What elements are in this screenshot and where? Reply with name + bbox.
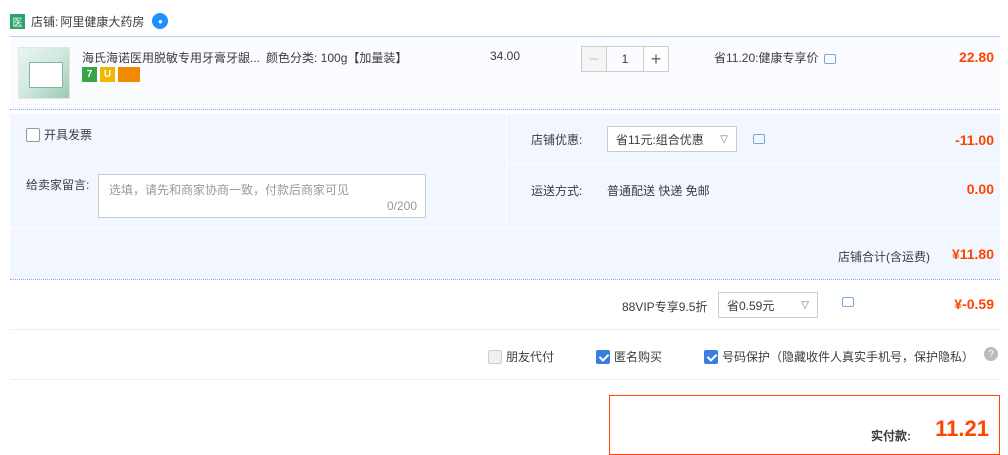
shop-label: 店铺: bbox=[31, 14, 59, 29]
unit-price: 34.00 bbox=[490, 49, 521, 63]
anonymous-box[interactable] bbox=[596, 349, 610, 364]
vip-discount-select[interactable]: 省0.59元 ▽ bbox=[718, 292, 818, 318]
memo-label: 给卖家留言: bbox=[26, 178, 90, 192]
invoice-checkbox[interactable]: 开具发票 bbox=[26, 126, 92, 143]
shipping-row: 运送方式: 普通配送 快递 免邮 bbox=[531, 182, 710, 199]
product-title-link[interactable]: 海氏海诺医用脱敏专用牙膏牙龈... bbox=[82, 49, 262, 66]
number-protect-box[interactable] bbox=[704, 349, 718, 364]
invoice-label: 开具发票 bbox=[44, 128, 93, 142]
pay-label: 实付款: bbox=[871, 429, 911, 443]
divider bbox=[507, 164, 1001, 165]
anonymous-checkbox[interactable]: 匿名购买 bbox=[596, 348, 662, 365]
comment-icon[interactable] bbox=[824, 54, 837, 64]
number-protect-checkbox[interactable]: 号码保护（隐藏收件人真实手机号，保护隐私） bbox=[704, 348, 974, 365]
item-discount: 省11.20:健康专享价 bbox=[714, 49, 837, 66]
shop-discount-select[interactable]: 省11元:组合优惠 ▽ bbox=[607, 126, 737, 152]
vip-amount: ¥-0.59 bbox=[954, 296, 994, 312]
order-item-row: 海氏海诺医用脱敏专用牙膏牙龈... 颜色分类: 100g【加量装】 7 U 34… bbox=[10, 36, 1000, 110]
friend-pay-label: 朋友代付 bbox=[506, 350, 555, 364]
number-protect-label: 号码保护（隐藏收件人真实手机号，保护隐私） bbox=[722, 350, 975, 364]
quantity-input[interactable]: 1 bbox=[607, 46, 643, 72]
shop-header: 医 店铺: 阿里健康大药房 ● bbox=[10, 10, 169, 32]
chevron-down-icon: ▽ bbox=[801, 299, 809, 311]
shop-logo: 医 bbox=[10, 13, 25, 29]
payment-summary-box: 实付款: 11.21 bbox=[609, 395, 1000, 455]
shop-name-link[interactable]: 阿里健康大药房 bbox=[60, 13, 144, 30]
product-sku: 颜色分类: 100g【加量装】 bbox=[266, 51, 408, 65]
shipping-amount: 0.00 bbox=[966, 181, 994, 197]
shipping-method: 普通配送 快递 免邮 bbox=[607, 184, 710, 198]
service-badges: 7 U bbox=[82, 67, 140, 82]
subtotal-value: ¥11.80 bbox=[951, 246, 994, 262]
quantity-decrease-button[interactable]: − bbox=[581, 46, 607, 72]
anonymous-label: 匿名购买 bbox=[614, 350, 663, 364]
vip-label: 88VIP专享9.5折 bbox=[622, 300, 708, 314]
friend-pay-box[interactable] bbox=[488, 349, 502, 364]
friend-pay-checkbox[interactable]: 朋友代付 bbox=[488, 348, 554, 365]
guarantee-icon: U bbox=[100, 67, 115, 82]
chat-wangwang-icon[interactable]: ● bbox=[152, 13, 169, 29]
shop-discount-row: 店铺优惠: 省11元:组合优惠 ▽ bbox=[531, 126, 765, 152]
memo-textarea[interactable]: 选填，请先和商家协商一致，付款后商家可见 0/200 bbox=[98, 174, 426, 218]
shop-discount-amount: -11.00 bbox=[955, 132, 994, 148]
order-flags-row: 朋友代付 匿名购买 号码保护（隐藏收件人真实手机号，保护隐私） ? bbox=[10, 330, 1000, 380]
subtotal-label: 店铺合计(含运费) bbox=[838, 250, 930, 264]
shipping-label: 运送方式: bbox=[531, 184, 583, 198]
item-discount-text: 省11.20:健康专享价 bbox=[714, 51, 819, 65]
item-total: 22.80 bbox=[958, 49, 994, 65]
invoice-checkbox-box[interactable] bbox=[26, 127, 40, 142]
memo-placeholder: 选填，请先和商家协商一致，付款后商家可见 bbox=[109, 183, 350, 197]
shop-subtotal-row: 店铺合计(含运费) ¥11.80 bbox=[10, 228, 1000, 280]
order-options-panel: 开具发票 给卖家留言: 选填，请先和商家协商一致，付款后商家可见 0/200 店… bbox=[10, 114, 1001, 228]
shop-discount-selected: 省11元:组合优惠 bbox=[616, 132, 704, 147]
memo-char-count: 0/200 bbox=[386, 199, 417, 213]
chevron-down-icon: ▽ bbox=[720, 133, 728, 145]
quantity-increase-button[interactable]: + bbox=[643, 46, 669, 72]
product-thumbnail[interactable] bbox=[18, 47, 70, 99]
help-icon[interactable]: ? bbox=[984, 347, 998, 361]
card-payment-icon bbox=[118, 67, 140, 82]
shop-discount-label: 店铺优惠: bbox=[531, 132, 583, 147]
vip-selected: 省0.59元 bbox=[727, 298, 775, 313]
seven-day-return-icon: 7 bbox=[82, 67, 97, 82]
comment-icon[interactable] bbox=[753, 134, 765, 144]
pay-value: 11.21 bbox=[935, 416, 989, 441]
comment-icon[interactable] bbox=[842, 297, 854, 307]
vip-discount-row: 88VIP专享9.5折 省0.59元 ▽ ¥-0.59 bbox=[10, 282, 1000, 330]
quantity-stepper: − 1 + bbox=[581, 46, 669, 72]
